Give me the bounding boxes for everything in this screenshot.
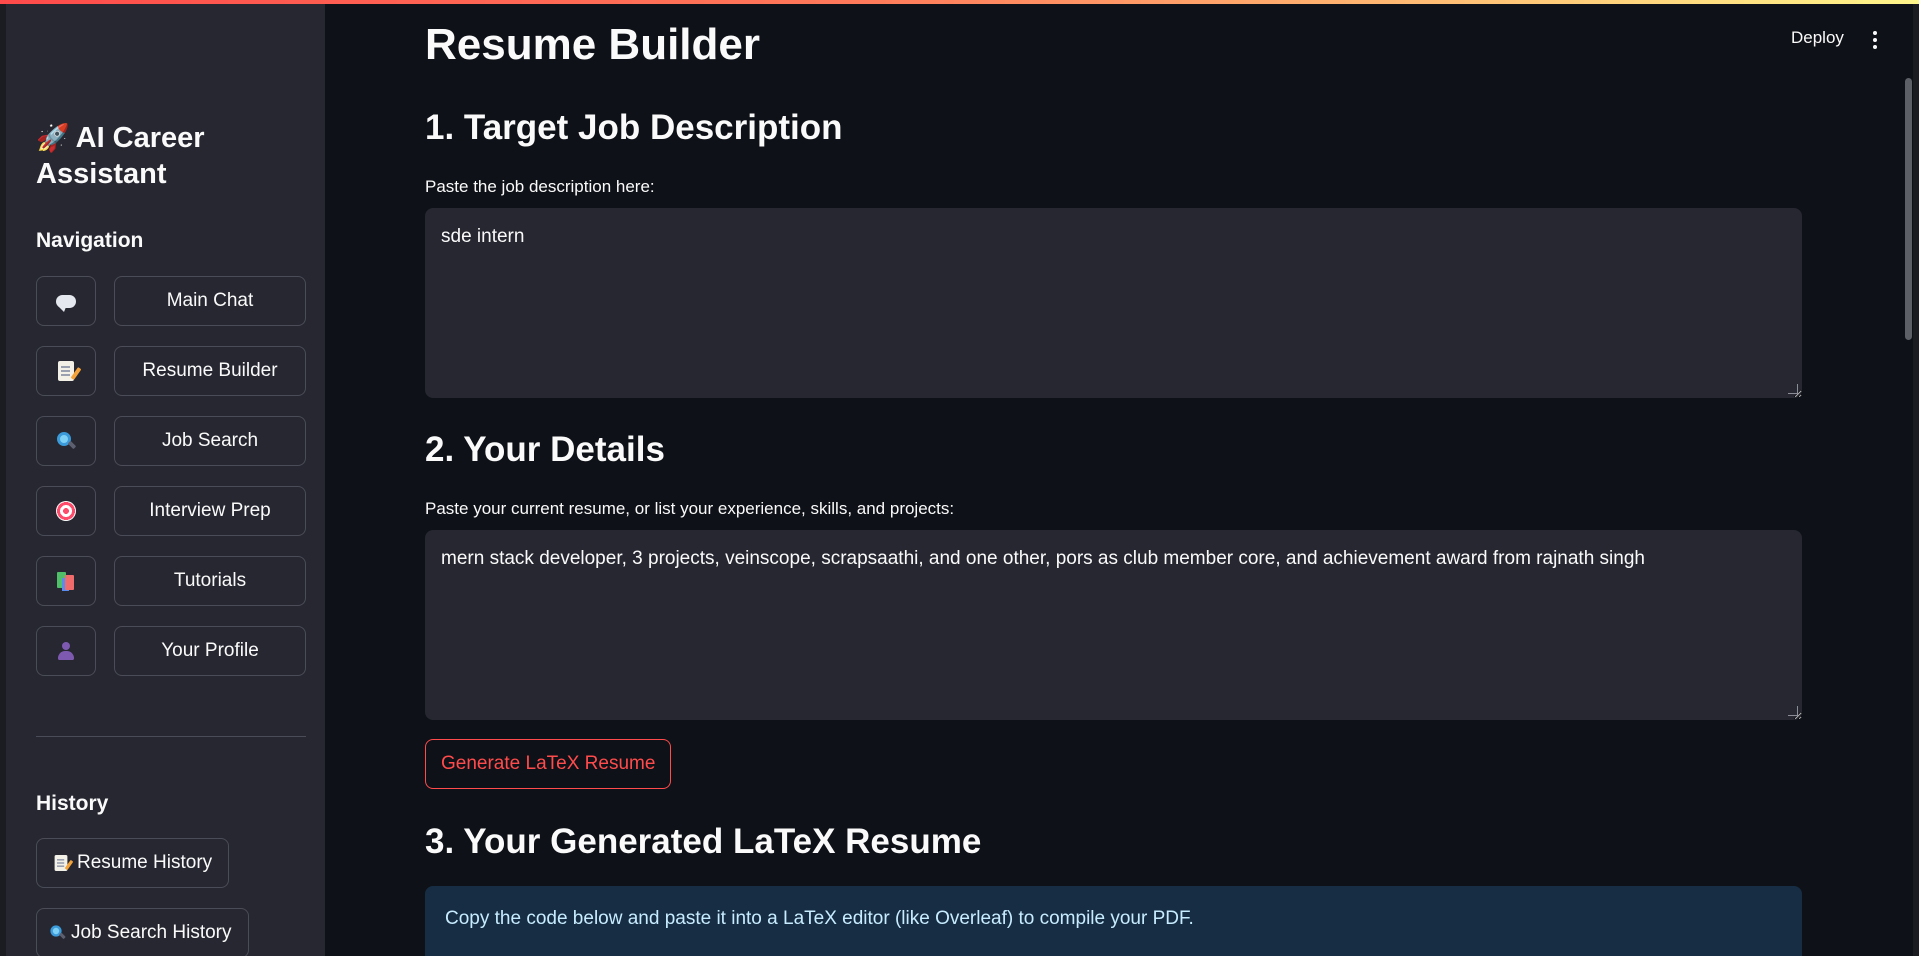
user-silhouette-icon: [56, 641, 76, 661]
your-profile-icon-button[interactable]: [36, 626, 96, 676]
memo-icon: [58, 361, 74, 381]
books-icon: [57, 572, 75, 590]
page-title: Resume Builder: [425, 20, 760, 69]
app-window: 🚀 AI Career Assistant Navigation Main Cha…: [0, 0, 1919, 956]
info-alert: Copy the code below and paste it into a …: [425, 886, 1802, 956]
nav-row-interview-prep: Interview Prep: [36, 486, 306, 536]
job-description-textarea[interactable]: sde intern: [425, 208, 1802, 398]
info-alert-text: Copy the code below and paste it into a …: [445, 908, 1194, 929]
job-search-icon-button[interactable]: [36, 416, 96, 466]
interview-prep-button[interactable]: Interview Prep: [114, 486, 306, 536]
your-details-label: Paste your current resume, or list your …: [425, 499, 955, 518]
resize-handle-icon[interactable]: [1788, 706, 1798, 716]
your-details-textarea[interactable]: mern stack developer, 3 projects, veinsc…: [425, 530, 1802, 720]
tutorials-icon-button[interactable]: [36, 556, 96, 606]
job-description-label: Paste the job description here:: [425, 177, 655, 196]
generate-latex-resume-button[interactable]: Generate LaTeX Resume: [425, 739, 672, 789]
resize-handle-icon[interactable]: [1788, 384, 1798, 394]
sidebar-title: 🚀 AI Career Assistant: [36, 120, 306, 192]
interview-prep-icon-button[interactable]: [36, 486, 96, 536]
job-search-history-label: Job Search History: [71, 922, 232, 943]
section-your-details-heading: 2. Your Details: [425, 430, 665, 469]
tutorials-button[interactable]: Tutorials: [114, 556, 306, 606]
window-edge: [1913, 0, 1919, 956]
nav-row-your-profile: Your Profile: [36, 626, 306, 676]
resume-history-button[interactable]: Resume History: [36, 838, 230, 888]
main-chat-button[interactable]: Main Chat: [114, 276, 306, 326]
magnifier-icon: [57, 432, 71, 446]
history-heading: History: [36, 792, 109, 815]
nav-row-tutorials: Tutorials: [36, 556, 306, 606]
speech-bubble-icon: [56, 294, 76, 312]
magnifier-icon: [50, 925, 62, 937]
memo-icon: [54, 855, 68, 871]
section-job-description-heading: 1. Target Job Description: [425, 108, 843, 147]
sidebar-divider: [36, 736, 306, 737]
resume-builder-button[interactable]: Resume Builder: [114, 346, 306, 396]
scrollbar-thumb[interactable]: [1905, 78, 1912, 340]
sidebar: 🚀 AI Career Assistant Navigation Main Cha…: [0, 0, 325, 956]
vertical-dots-icon[interactable]: [1872, 31, 1878, 49]
nav-row-job-search: Job Search: [36, 416, 306, 466]
resume-history-label: Resume History: [77, 852, 213, 873]
nav-row-resume-builder: Resume Builder: [36, 346, 306, 396]
main-chat-icon-button[interactable]: [36, 276, 96, 326]
top-decoration-stripe: [0, 0, 1919, 4]
resume-builder-icon-button[interactable]: [36, 346, 96, 396]
your-profile-button[interactable]: Your Profile: [114, 626, 306, 676]
job-search-history-button[interactable]: Job Search History: [36, 908, 249, 956]
target-icon: [56, 501, 76, 521]
main-content: Resume Builder 1. Target Job Description…: [425, 0, 1802, 956]
section-generated-resume-heading: 3. Your Generated LaTeX Resume: [425, 822, 982, 861]
nav-row-main-chat: Main Chat: [36, 276, 306, 326]
rocket-icon: 🚀: [36, 123, 70, 153]
navigation-heading: Navigation: [36, 229, 144, 252]
job-search-button[interactable]: Job Search: [114, 416, 306, 466]
